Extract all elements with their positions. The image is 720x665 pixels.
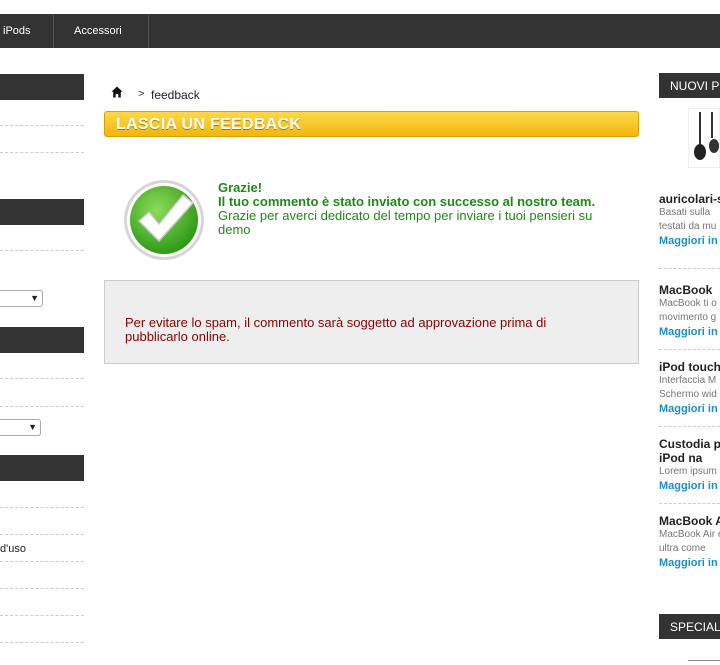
- divider: [0, 125, 84, 126]
- nav-divider: [53, 14, 54, 48]
- divider: [0, 615, 84, 616]
- divider: [659, 268, 720, 269]
- chevron-down-icon: ▼: [30, 293, 39, 303]
- product-name[interactable]: MacBook: [659, 283, 720, 297]
- divider: [659, 503, 720, 504]
- divider: [659, 349, 720, 350]
- nav-item-ipods[interactable]: iPods: [3, 14, 31, 48]
- product-item[interactable]: Custodia per iPod na Lorem ipsum Maggior…: [659, 437, 720, 493]
- more-link[interactable]: Maggiori in: [659, 479, 720, 493]
- success-subheading: Il tuo commento è stato inviato con succ…: [218, 194, 596, 209]
- divider: [0, 152, 84, 153]
- product-item[interactable]: iPod touch Interfaccia M Schermo wid Mag…: [659, 360, 720, 416]
- success-body: Grazie per averci dedicato del tempo per…: [218, 208, 593, 237]
- breadcrumb-separator: >: [138, 88, 145, 100]
- new-products-title: NUOVI PRODOTTI: [670, 79, 720, 93]
- chevron-down-icon: ▼: [28, 422, 37, 432]
- product-desc: Lorem ipsum: [659, 466, 717, 477]
- product-desc: MacBook ti o movimento g: [659, 298, 717, 323]
- left-select[interactable]: ▼: [0, 419, 41, 436]
- product-thumbnail[interactable]: [688, 108, 720, 168]
- divider: [0, 250, 84, 251]
- divider: [0, 507, 84, 508]
- product-item[interactable]: auricolari-se210-per- Basati sulla testa…: [659, 192, 720, 248]
- product-desc: Interfaccia M Schermo wid: [659, 375, 717, 400]
- left-block-header: [0, 199, 84, 225]
- specials-header: SPECIALI: [659, 614, 720, 639]
- breadcrumb-current: feedback: [151, 88, 200, 102]
- divider: [0, 561, 84, 562]
- product-desc: Basati sulla testati da mu: [659, 207, 717, 232]
- divider: [0, 534, 84, 535]
- success-heading: Grazie!: [218, 180, 263, 195]
- new-products-header: NUOVI PRODOTTI: [659, 73, 720, 98]
- product-item[interactable]: MacBook A MacBook Air e ultra come Maggi…: [659, 514, 720, 570]
- left-link[interactable]: d'uso: [0, 543, 26, 555]
- success-check-icon: [124, 180, 204, 260]
- divider: [0, 406, 84, 407]
- left-block-header: [0, 74, 84, 100]
- divider: [0, 378, 84, 379]
- more-link[interactable]: Maggiori in: [659, 325, 720, 339]
- left-select[interactable]: ▼: [0, 290, 43, 307]
- left-block-header: [0, 455, 84, 481]
- nav-divider: [148, 14, 149, 48]
- product-name[interactable]: MacBook A: [659, 514, 720, 528]
- more-link[interactable]: Maggiori in: [659, 234, 720, 248]
- left-block-header: [0, 327, 84, 353]
- top-nav: iPods Accessori: [0, 14, 720, 48]
- product-item[interactable]: MacBook MacBook ti o movimento g Maggior…: [659, 283, 720, 339]
- divider: [659, 426, 720, 427]
- product-desc: MacBook Air e ultra come: [659, 529, 720, 554]
- spam-notice-box: Per evitare lo spam, il commento sarà so…: [104, 280, 639, 364]
- page-title: LASCIA UN FEEDBACK: [116, 116, 302, 133]
- more-link[interactable]: Maggiori in: [659, 402, 720, 416]
- specials-title: SPECIALI: [670, 620, 720, 634]
- page-title-bar: LASCIA UN FEEDBACK: [104, 111, 639, 137]
- divider: [0, 588, 84, 589]
- home-icon[interactable]: [111, 86, 123, 98]
- spam-notice-text: Per evitare lo spam, il commento sarà so…: [125, 315, 547, 344]
- product-name[interactable]: iPod touch: [659, 360, 720, 374]
- more-link[interactable]: Maggiori in: [659, 556, 720, 570]
- nav-item-accessori[interactable]: Accessori: [74, 14, 122, 48]
- divider: [0, 642, 84, 643]
- product-name[interactable]: auricolari-se210-per-: [659, 192, 720, 206]
- top-spacer: [0, 0, 720, 14]
- success-message: Grazie! Il tuo commento è stato inviato …: [218, 181, 628, 237]
- product-name[interactable]: Custodia per iPod na: [659, 437, 720, 465]
- special-thumbnail[interactable]: [688, 660, 720, 665]
